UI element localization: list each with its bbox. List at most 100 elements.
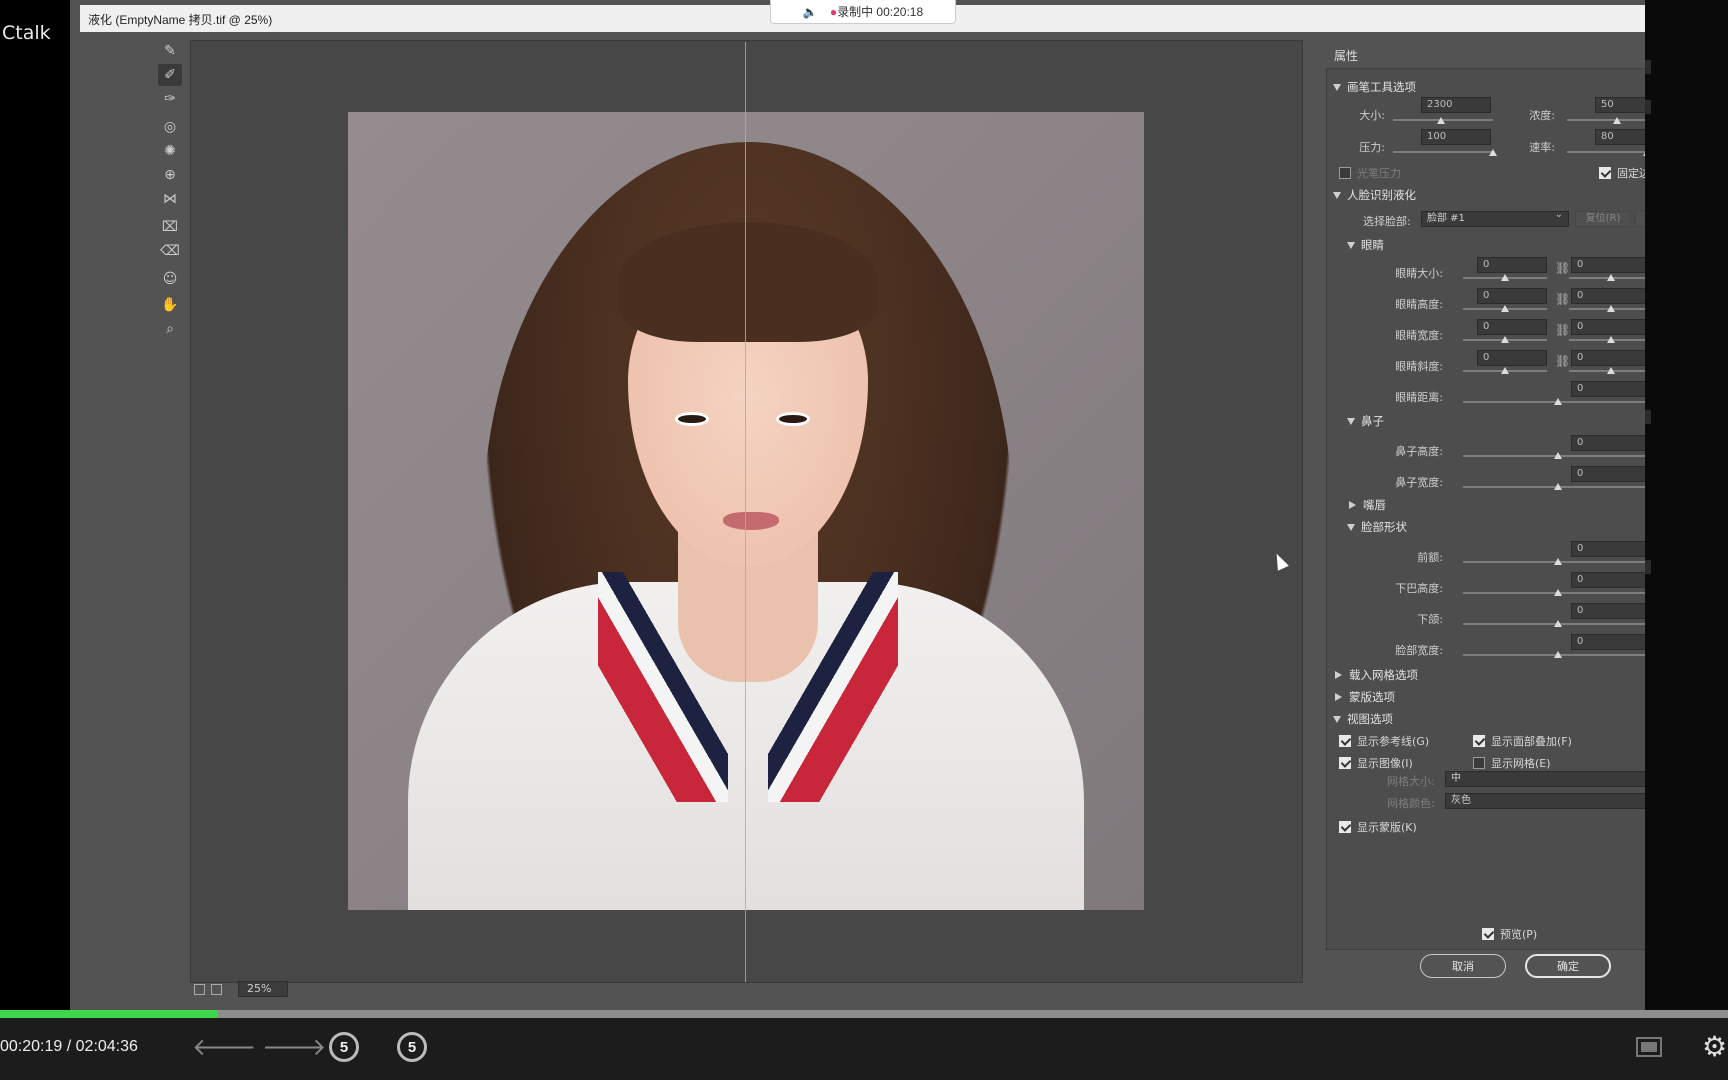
eye-left-slider-thumb[interactable]: [1501, 274, 1509, 281]
stylus-pressure-checkbox[interactable]: 光笔压力: [1339, 165, 1401, 181]
shape-row-slider-thumb[interactable]: [1554, 620, 1562, 627]
face-shape-header[interactable]: 脸部形状: [1347, 519, 1407, 535]
mouth-header[interactable]: 嘴唇: [1347, 497, 1386, 513]
all-button[interactable]: 全部: [1635, 211, 1645, 227]
gear-icon[interactable]: ⚙: [1702, 1030, 1727, 1063]
show-face-overlay-checkbox[interactable]: 显示面部叠加(F): [1473, 733, 1572, 749]
eye-left-input[interactable]: 0: [1477, 319, 1547, 335]
nose-row-label: 鼻子宽度:: [1347, 474, 1443, 490]
shape-row-label-text: 下巴高度:: [1395, 582, 1443, 595]
mask-options-header[interactable]: 蒙版选项: [1333, 689, 1395, 705]
nose-row-input-wrap: 0: [1571, 466, 1645, 482]
link-icon[interactable]: ⛓: [1555, 292, 1570, 306]
reconstruct-icon[interactable]: ✐: [158, 64, 182, 86]
pucker-icon[interactable]: ✺: [158, 140, 182, 162]
vertical-guide-line: [745, 42, 746, 982]
properties-scroll-area[interactable]: 画笔工具选项 大小: 2300 浓度: 50 压力: 100 速率: 80 光笔…: [1326, 68, 1645, 950]
preview-checkbox[interactable]: 预览(P): [1482, 926, 1537, 942]
eye-right-input-wrap: 0: [1571, 288, 1645, 304]
previous-arrow-icon[interactable]: 🡐: [192, 1032, 256, 1061]
zoom-icon[interactable]: ⌕: [158, 318, 182, 340]
mesh-color-dropdown[interactable]: 灰色: [1445, 793, 1645, 809]
eye-right-input[interactable]: 0: [1571, 257, 1645, 273]
brush-options-header[interactable]: 画笔工具选项: [1333, 79, 1416, 95]
select-face-dropdown[interactable]: 脸部 #1: [1421, 208, 1569, 227]
face-aware-header[interactable]: 人脸识别液化: [1333, 187, 1416, 203]
shape-row-slider-thumb[interactable]: [1554, 558, 1562, 565]
nose-row-input[interactable]: 0: [1571, 435, 1645, 451]
fit-view-icon[interactable]: [194, 983, 205, 995]
link-icon[interactable]: ⛓: [1555, 354, 1570, 368]
link-icon[interactable]: ⛓: [1555, 261, 1570, 275]
eye-left-slider-thumb[interactable]: [1501, 367, 1509, 374]
pressure-slider-thumb[interactable]: [1489, 149, 1497, 156]
pin-edges-checkbox[interactable]: 固定边缘: [1599, 165, 1645, 181]
freeze-mask-icon[interactable]: ⌧: [158, 216, 182, 238]
skip-forward-button[interactable]: 5: [397, 1032, 427, 1062]
bloat-icon[interactable]: ⊕: [158, 164, 182, 186]
smooth-icon[interactable]: ✑: [158, 88, 182, 110]
eye-right-input[interactable]: 0: [1571, 350, 1645, 366]
shape-row-input[interactable]: 0: [1571, 572, 1645, 588]
push-left-icon[interactable]: ⋈: [158, 188, 182, 210]
show-mask-checkbox[interactable]: 显示蒙版(K): [1339, 819, 1417, 835]
show-mesh-checkbox[interactable]: 显示网格(E): [1473, 755, 1551, 771]
eye-left-input[interactable]: 0: [1477, 288, 1547, 304]
density-slider[interactable]: [1567, 119, 1645, 121]
ok-button[interactable]: 确定: [1525, 954, 1611, 978]
size-input[interactable]: 2300: [1421, 97, 1491, 113]
eye-right-slider-thumb[interactable]: [1607, 367, 1615, 374]
properties-panel: 属性 画笔工具选项 大小: 2300 浓度: 50 压力: 100 速率: 80: [1320, 40, 1645, 1008]
nose-row-input[interactable]: 0: [1571, 466, 1645, 482]
eye-right-input[interactable]: 0: [1571, 381, 1645, 397]
nose-row-slider-thumb[interactable]: [1554, 452, 1562, 459]
picture-in-picture-icon[interactable]: [1636, 1037, 1662, 1057]
show-mesh-label: 显示网格(E): [1491, 757, 1551, 770]
rate-slider[interactable]: [1567, 151, 1645, 153]
next-arrow-icon[interactable]: 🡒: [262, 1032, 326, 1061]
eye-left-slider-thumb[interactable]: [1501, 336, 1509, 343]
nose-row-slider-thumb[interactable]: [1554, 483, 1562, 490]
eye-left-slider-thumb[interactable]: [1501, 305, 1509, 312]
rate-input[interactable]: 80: [1595, 129, 1645, 145]
link-icon[interactable]: ⛓: [1555, 323, 1570, 337]
shape-row-input[interactable]: 0: [1571, 603, 1645, 619]
cancel-button[interactable]: 取消: [1420, 954, 1506, 978]
load-mesh-header[interactable]: 载入网格选项: [1333, 667, 1418, 683]
size-slider-thumb[interactable]: [1437, 117, 1445, 124]
shape-row-slider-thumb[interactable]: [1554, 589, 1562, 596]
shape-row-input[interactable]: 0: [1571, 541, 1645, 557]
thaw-mask-icon[interactable]: ⌫: [158, 240, 182, 262]
zoom-level-field[interactable]: 25%: [238, 981, 288, 997]
eye-right-input[interactable]: 0: [1571, 319, 1645, 335]
density-input[interactable]: 50: [1595, 97, 1645, 113]
eye-right-input[interactable]: 0: [1571, 288, 1645, 304]
reset-button[interactable]: 复位(R): [1575, 211, 1631, 227]
eyes-header[interactable]: 眼睛: [1347, 237, 1384, 253]
pressure-slider[interactable]: [1393, 151, 1493, 153]
shape-row-input[interactable]: 0: [1571, 634, 1645, 650]
video-progress-bar[interactable]: [0, 1010, 1728, 1018]
pressure-input[interactable]: 100: [1421, 129, 1491, 145]
eye-distance-slider-thumb[interactable]: [1554, 398, 1562, 405]
eye-row-label-text: 眼睛大小:: [1395, 267, 1443, 280]
show-guides-checkbox[interactable]: 显示参考线(G): [1339, 733, 1429, 749]
eye-left-input[interactable]: 0: [1477, 257, 1547, 273]
nose-header[interactable]: 鼻子: [1347, 413, 1384, 429]
show-image-checkbox[interactable]: 显示图像(I): [1339, 755, 1413, 771]
skip-back-button[interactable]: 5: [329, 1032, 359, 1062]
eye-right-slider-thumb[interactable]: [1607, 336, 1615, 343]
view-options-header[interactable]: 视图选项: [1333, 711, 1393, 727]
lips: [723, 512, 779, 530]
shape-row-slider-thumb[interactable]: [1554, 651, 1562, 658]
eye-left-input[interactable]: 0: [1477, 350, 1547, 366]
twirl-icon[interactable]: ◎: [158, 116, 182, 138]
forward-warp-icon[interactable]: ✎: [158, 40, 182, 62]
face-tool-icon[interactable]: ☺: [158, 268, 182, 290]
density-slider-thumb[interactable]: [1613, 117, 1621, 124]
eye-right-slider-thumb[interactable]: [1607, 305, 1615, 312]
mesh-size-dropdown[interactable]: 中: [1445, 771, 1645, 787]
eye-right-slider-thumb[interactable]: [1607, 274, 1615, 281]
add-view-icon[interactable]: [211, 983, 222, 995]
hand-icon[interactable]: ✋: [158, 294, 182, 316]
